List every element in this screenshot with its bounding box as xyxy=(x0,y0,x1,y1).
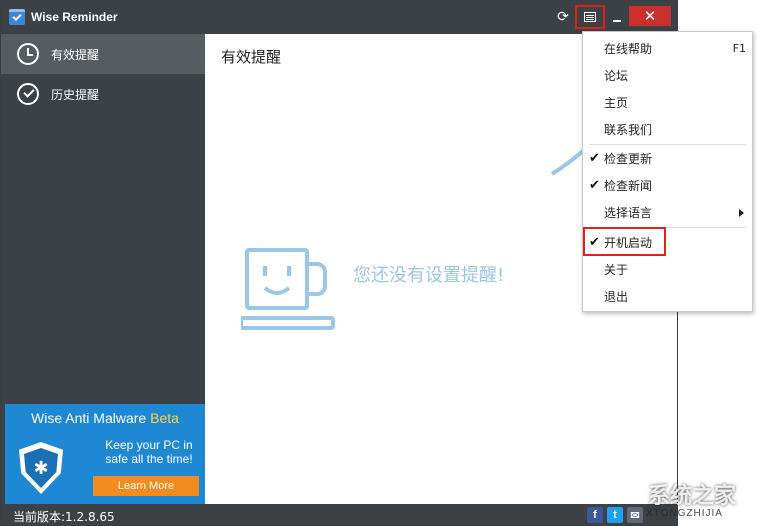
menu-item-label: 主页 xyxy=(604,96,629,110)
menu-item-label: 选择语言 xyxy=(604,206,653,220)
watermark-text: 系统之家 xyxy=(648,484,737,509)
ad-title: Wise Anti Malware Beta xyxy=(5,410,205,426)
spider-icon: ✱ xyxy=(24,448,58,488)
menu-item-exit[interactable]: 退出 xyxy=(583,283,752,310)
title-bar[interactable]: Wise Reminder ⟳ ✕ xyxy=(1,1,677,34)
annotation-highlight-box xyxy=(583,227,666,256)
ad-tagline-line2: safe all the time! xyxy=(105,452,193,466)
clock-icon xyxy=(17,43,39,65)
minimize-icon xyxy=(613,20,621,22)
menu-item-label: 论坛 xyxy=(604,69,629,83)
watermark-url: XTONGZHIJIA xyxy=(646,508,723,519)
menu-item-label: 检查新闻 xyxy=(604,179,653,193)
ad-title-beta: Beta xyxy=(150,410,179,426)
ad-title-main: Wise Anti Malware xyxy=(31,410,151,426)
ad-tagline-line1: Keep your PC in xyxy=(105,438,193,452)
status-bar: 当前版本:1.2.8.65 f t ✉ xyxy=(1,504,677,525)
checkmark-icon: ✔ xyxy=(589,151,600,166)
main-menu-dropdown: 在线帮助 F1 论坛 主页 联系我们 ✔ 检查更新 ✔ 检查新闻 选择语言 ✔ … xyxy=(582,31,753,312)
menu-item-online-help[interactable]: 在线帮助 F1 xyxy=(583,35,752,62)
menu-item-label: 关于 xyxy=(604,263,629,277)
sidebar-item-label: 有效提醒 xyxy=(51,47,100,62)
refresh-button[interactable]: ⟳ xyxy=(552,5,574,29)
menu-item-contact-us[interactable]: 联系我们 xyxy=(583,116,752,143)
version-label: 当前版本:1.2.8.65 xyxy=(13,510,115,524)
empty-cup-icon xyxy=(241,248,335,330)
sidebar-item-history-reminders[interactable]: 历史提醒 xyxy=(1,74,205,114)
menu-item-forum[interactable]: 论坛 xyxy=(583,62,752,89)
menu-item-check-news[interactable]: ✔ 检查新闻 xyxy=(583,172,752,199)
learn-more-button[interactable]: Learn More xyxy=(93,476,199,496)
menu-item-check-updates[interactable]: ✔ 检查更新 xyxy=(583,145,752,172)
submenu-arrow-icon xyxy=(739,208,744,217)
minimize-button[interactable] xyxy=(607,5,627,29)
check-circle-icon xyxy=(17,83,39,105)
app-window: Wise Reminder ⟳ ✕ 有效提醒 历史提醒 Wise Anti Ma… xyxy=(0,0,678,526)
close-button[interactable]: ✕ xyxy=(629,6,671,26)
menu-item-homepage[interactable]: 主页 xyxy=(583,89,752,116)
empty-state-message: 您还没有设置提醒! xyxy=(353,265,505,286)
ad-tagline: Keep your PC in safe all the time! xyxy=(97,438,201,466)
checkmark-icon: ✔ xyxy=(589,178,600,193)
menu-item-label: 在线帮助 xyxy=(604,42,653,56)
menu-item-label: 检查更新 xyxy=(604,152,653,166)
menu-item-label: 联系我们 xyxy=(604,123,653,137)
menu-item-about[interactable]: 关于 xyxy=(583,256,752,283)
menu-item-label: 退出 xyxy=(604,290,629,304)
page-title: 有效提醒 xyxy=(221,48,282,66)
menu-icon xyxy=(584,12,596,22)
window-title: Wise Reminder xyxy=(31,10,118,24)
ad-banner[interactable]: Wise Anti Malware Beta ✱ Keep your PC in… xyxy=(5,404,205,504)
facebook-icon[interactable]: f xyxy=(587,507,603,523)
menu-item-select-language[interactable]: 选择语言 xyxy=(583,199,752,226)
main-menu-button[interactable] xyxy=(575,5,605,29)
sidebar-item-active-reminders[interactable]: 有效提醒 xyxy=(1,34,205,74)
menu-item-shortcut: F1 xyxy=(732,42,746,55)
app-logo-icon xyxy=(9,9,25,25)
sidebar-item-label: 历史提醒 xyxy=(51,87,100,102)
